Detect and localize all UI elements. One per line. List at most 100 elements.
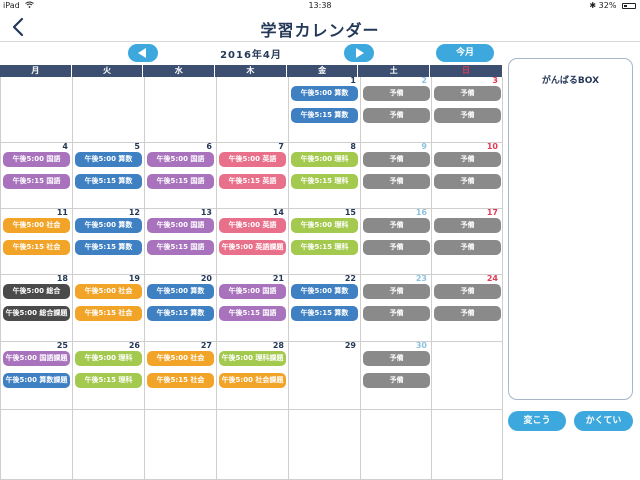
calendar-event-yobi[interactable]: 予備: [434, 218, 501, 233]
calendar-day-cell[interactable]: 3 予備 予備: [432, 76, 503, 143]
calendar-event-rika[interactable]: 午後5:00 理科: [75, 351, 142, 366]
calendar-day-cell[interactable]: 15 午後5:00 理科 午後5:15 理科: [289, 208, 361, 275]
calendar-event-yobi[interactable]: 予備: [434, 284, 501, 299]
calendar-day-cell[interactable]: 6 午後5:00 国語 午後5:15 国語: [145, 142, 217, 209]
calendar-event-yobi[interactable]: 予備: [363, 351, 430, 366]
calendar-day-cell[interactable]: 25 午後5:00 国語課題 午後5:00 算数課題: [1, 341, 73, 410]
calendar-day-cell[interactable]: 21 午後5:00 国語 午後5:15 国語: [217, 274, 289, 342]
calendar-day-cell[interactable]: 28 午後5:00 理科課題 午後5:00 社会課題: [217, 341, 289, 410]
calendar-event-sansu[interactable]: 午後5:00 算数: [75, 218, 142, 233]
calendar-event-rika[interactable]: 午後5:00 理科課題: [219, 351, 286, 366]
calendar-day-cell[interactable]: [289, 410, 361, 480]
calendar-day-cell[interactable]: [73, 77, 145, 143]
calendar-event-shakai[interactable]: 午後5:15 社会: [3, 240, 70, 255]
change-button[interactable]: 変こう: [508, 411, 566, 431]
calendar-event-shakai[interactable]: 午後5:15 社会: [75, 306, 142, 321]
previous-month-button[interactable]: [128, 44, 158, 62]
calendar-event-kokugo[interactable]: 午後5:00 国語: [147, 152, 214, 167]
calendar-event-sansu[interactable]: 午後5:15 算数: [291, 306, 358, 321]
calendar-event-yobi[interactable]: 予備: [363, 86, 430, 101]
calendar-event-yobi[interactable]: 予備: [434, 152, 501, 167]
calendar-day-cell[interactable]: 18 午後5:00 総合 午後5:00 総合課題: [1, 274, 73, 342]
calendar-day-cell[interactable]: [432, 410, 503, 480]
calendar-event-yobi[interactable]: 予備: [363, 174, 430, 189]
calendar-event-rika[interactable]: 午後5:15 理科: [291, 240, 358, 255]
calendar-day-cell[interactable]: 12 午後5:00 算数 午後5:15 算数: [73, 208, 145, 275]
calendar-event-rika[interactable]: 午後5:00 理科: [291, 218, 358, 233]
calendar-event-yobi[interactable]: 予備: [363, 240, 430, 255]
calendar-event-yobi[interactable]: 予備: [434, 86, 501, 101]
calendar-day-cell[interactable]: 24 予備 予備: [432, 274, 503, 342]
calendar-event-yobi[interactable]: 予備: [363, 306, 430, 321]
calendar-event-kokugo[interactable]: 午後5:00 国語: [3, 152, 70, 167]
calendar-day-cell[interactable]: [145, 77, 217, 143]
calendar-day-cell[interactable]: 22 午後5:00 算数 午後5:15 算数: [289, 274, 361, 342]
calendar-day-cell[interactable]: 1 午後5:00 算数 午後5:15 算数: [289, 76, 361, 143]
confirm-button[interactable]: かくてい: [574, 411, 633, 431]
ganbaru-box-panel[interactable]: がんばるBOX: [508, 58, 633, 400]
next-month-button[interactable]: [344, 44, 374, 62]
calendar-event-sansu[interactable]: 午後5:15 算数: [147, 306, 214, 321]
calendar-event-kokugo[interactable]: 午後5:15 国語: [219, 306, 286, 321]
calendar-day-cell[interactable]: [1, 77, 73, 143]
calendar-event-sansu[interactable]: 午後5:15 算数: [75, 174, 142, 189]
calendar-event-sansu[interactable]: 午後5:00 算数: [75, 152, 142, 167]
calendar-event-sougou[interactable]: 午後5:00 総合: [3, 284, 70, 299]
calendar-day-cell[interactable]: 20 午後5:00 算数 午後5:15 算数: [145, 274, 217, 342]
calendar-event-eigo[interactable]: 午後5:00 英語: [219, 152, 286, 167]
calendar-event-kokugo[interactable]: 午後5:15 国語: [147, 174, 214, 189]
calendar-event-kokugo[interactable]: 午後5:00 国語課題: [3, 351, 70, 366]
calendar-event-shakai[interactable]: 午後5:15 社会: [147, 373, 214, 388]
calendar-day-cell[interactable]: [1, 410, 73, 480]
calendar-event-sansu[interactable]: 午後5:15 算数: [291, 108, 358, 123]
calendar-day-cell[interactable]: 23 予備 予備: [361, 274, 432, 342]
calendar-event-kokugo[interactable]: 午後5:00 国語: [219, 284, 286, 299]
calendar-event-sougou[interactable]: 午後5:00 総合課題: [3, 306, 70, 321]
calendar-day-cell[interactable]: [73, 410, 145, 480]
calendar-day-cell[interactable]: 5 午後5:00 算数 午後5:15 算数: [73, 142, 145, 209]
calendar-day-cell[interactable]: 11 午後5:00 社会 午後5:15 社会: [1, 208, 73, 275]
calendar-event-yobi[interactable]: 予備: [434, 306, 501, 321]
calendar-day-cell[interactable]: [432, 342, 503, 410]
calendar-day-cell[interactable]: 4 午後5:00 国語 午後5:15 国語: [1, 142, 73, 209]
calendar-event-rika[interactable]: 午後5:00 理科: [291, 152, 358, 167]
calendar-day-cell[interactable]: 2 予備 予備: [361, 76, 432, 143]
calendar-day-cell[interactable]: [217, 410, 289, 480]
calendar-day-cell[interactable]: 13 午後5:00 国語 午後5:15 国語: [145, 208, 217, 275]
calendar-event-sansu[interactable]: 午後5:15 算数: [75, 240, 142, 255]
calendar-event-yobi[interactable]: 予備: [363, 284, 430, 299]
calendar-event-sansu[interactable]: 午後5:00 算数: [291, 86, 358, 101]
calendar-event-yobi[interactable]: 予備: [363, 152, 430, 167]
calendar-event-rika[interactable]: 午後5:15 理科: [75, 373, 142, 388]
current-month-button[interactable]: 今月: [436, 44, 494, 62]
calendar-day-cell[interactable]: 8 午後5:00 理科 午後5:15 理科: [289, 142, 361, 209]
calendar-event-yobi[interactable]: 予備: [434, 240, 501, 255]
calendar-event-yobi[interactable]: 予備: [363, 218, 430, 233]
calendar-event-eigo[interactable]: 午後5:00 英語: [219, 218, 286, 233]
calendar-event-shakai[interactable]: 午後5:00 社会: [147, 351, 214, 366]
calendar-day-cell[interactable]: 16 予備 予備: [361, 208, 432, 275]
calendar-event-shakai[interactable]: 午後5:00 社会課題: [219, 373, 286, 388]
calendar-day-cell[interactable]: 30 予備 予備: [361, 341, 432, 410]
calendar-event-yobi[interactable]: 予備: [434, 174, 501, 189]
calendar-event-shakai[interactable]: 午後5:00 社会: [75, 284, 142, 299]
calendar-event-eigo[interactable]: 午後5:00 英語課題: [219, 240, 286, 255]
calendar-event-eigo[interactable]: 午後5:15 英語: [219, 174, 286, 189]
calendar-day-cell[interactable]: 9 予備 予備: [361, 142, 432, 209]
calendar-day-cell[interactable]: 10 予備 予備: [432, 142, 503, 209]
calendar-day-cell[interactable]: 26 午後5:00 理科 午後5:15 理科: [73, 341, 145, 410]
calendar-day-cell[interactable]: 17 予備 予備: [432, 208, 503, 275]
calendar-event-yobi[interactable]: 予備: [363, 373, 430, 388]
calendar-event-yobi[interactable]: 予備: [363, 108, 430, 123]
calendar-day-cell[interactable]: 19 午後5:00 社会 午後5:15 社会: [73, 274, 145, 342]
calendar-event-yobi[interactable]: 予備: [434, 108, 501, 123]
calendar-event-kokugo[interactable]: 午後5:15 国語: [147, 240, 214, 255]
calendar-day-cell[interactable]: [361, 410, 432, 480]
calendar-day-cell[interactable]: 7 午後5:00 英語 午後5:15 英語: [217, 142, 289, 209]
calendar-day-cell[interactable]: [217, 77, 289, 143]
calendar-event-shakai[interactable]: 午後5:00 社会: [3, 218, 70, 233]
calendar-event-kokugo[interactable]: 午後5:15 国語: [3, 174, 70, 189]
calendar-event-kokugo[interactable]: 午後5:00 国語: [147, 218, 214, 233]
calendar-event-rika[interactable]: 午後5:15 理科: [291, 174, 358, 189]
calendar-event-sansu[interactable]: 午後5:00 算数課題: [3, 373, 70, 388]
